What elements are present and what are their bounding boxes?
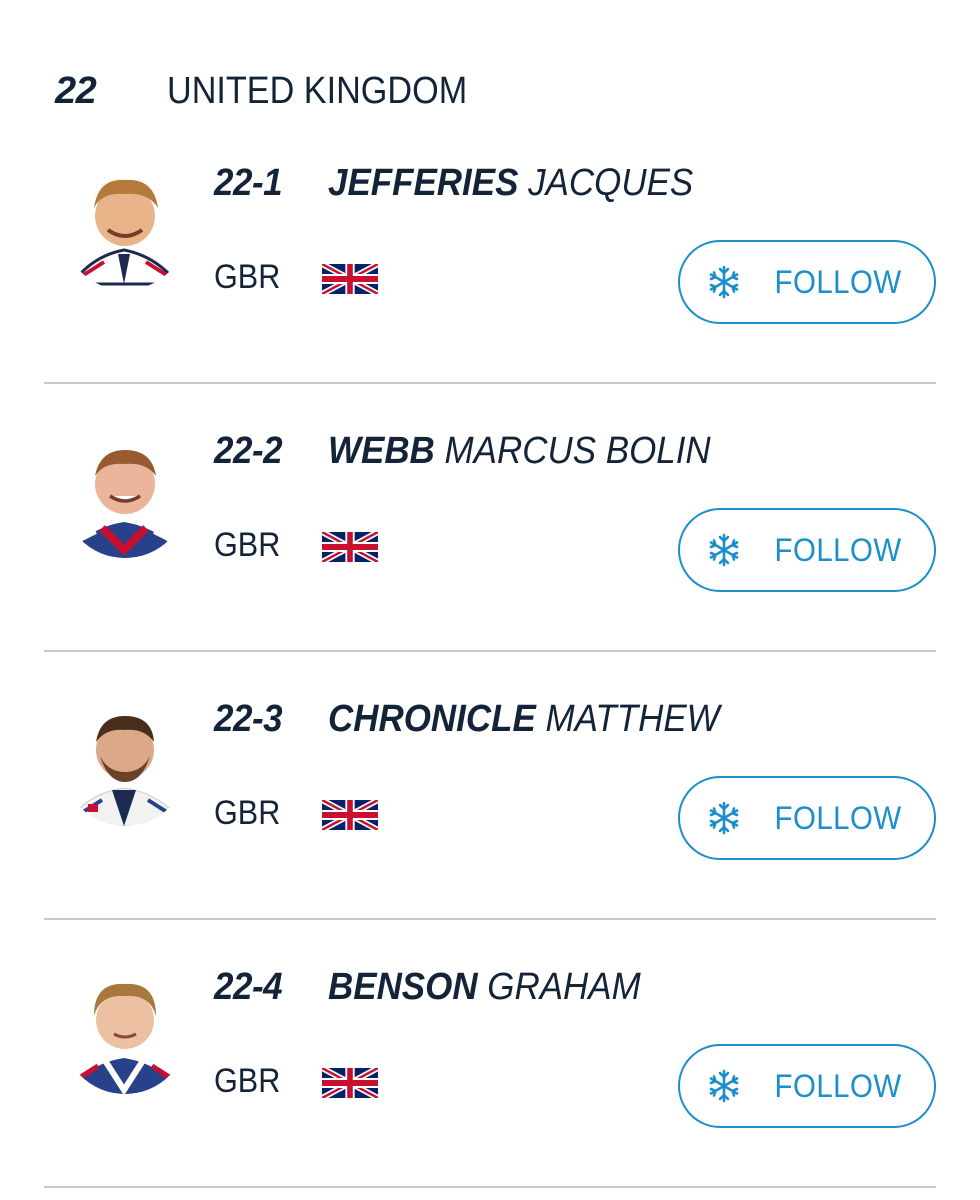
athlete-row[interactable]: 22-2 WEBB MARCUS BOLIN GBR FOLLOW xyxy=(44,384,936,652)
follow-button[interactable]: FOLLOW xyxy=(678,776,936,860)
athlete-last-name: JEFFERIES xyxy=(328,162,519,204)
follow-label: FOLLOW xyxy=(774,531,902,568)
follow-label: FOLLOW xyxy=(774,263,902,300)
athlete-avatar xyxy=(62,164,188,290)
team-header: 22 UNITED KINGDOM xyxy=(55,66,501,116)
athlete-name[interactable]: BENSON GRAHAM xyxy=(328,966,641,1009)
athlete-row[interactable]: 22-1 JEFFERIES JACQUES GBR FOLLOW xyxy=(44,116,936,384)
athlete-avatar xyxy=(62,968,188,1094)
athlete-name[interactable]: JEFFERIES JACQUES xyxy=(328,162,693,205)
athlete-last-name: BENSON xyxy=(328,966,478,1008)
uk-flag-icon xyxy=(322,800,378,830)
uk-flag-icon xyxy=(322,1068,378,1098)
athlete-bib: 22-1 xyxy=(214,162,283,204)
athlete-name[interactable]: CHRONICLE MATTHEW xyxy=(328,698,720,741)
athlete-first-name: MATTHEW xyxy=(545,698,720,740)
athlete-nation: GBR xyxy=(214,258,281,296)
athlete-avatar xyxy=(62,432,188,558)
athlete-last-name: CHRONICLE xyxy=(328,698,536,740)
uk-flag-icon xyxy=(322,532,378,562)
athlete-nation: GBR xyxy=(214,1062,281,1100)
follow-label: FOLLOW xyxy=(774,1067,902,1104)
athlete-first-name: GRAHAM xyxy=(487,966,641,1008)
row-divider xyxy=(44,1186,936,1188)
athlete-name[interactable]: WEBB MARCUS BOLIN xyxy=(328,430,711,473)
team-number: 22 xyxy=(55,69,97,112)
snowflake-icon xyxy=(709,1069,739,1103)
snowflake-icon xyxy=(709,533,739,567)
athlete-avatar xyxy=(62,700,188,826)
athlete-nation: GBR xyxy=(214,794,281,832)
team-name: UNITED KINGDOM xyxy=(167,69,468,112)
athlete-bib: 22-4 xyxy=(214,966,283,1008)
athlete-row[interactable]: 22-4 BENSON GRAHAM GBR FOLLOW xyxy=(44,920,936,1188)
snowflake-icon xyxy=(709,265,739,299)
athlete-nation: GBR xyxy=(214,526,281,564)
athlete-first-name: MARCUS BOLIN xyxy=(444,430,711,472)
athlete-bib: 22-2 xyxy=(214,430,283,472)
snowflake-icon xyxy=(709,801,739,835)
athlete-last-name: WEBB xyxy=(328,430,435,472)
follow-button[interactable]: FOLLOW xyxy=(678,1044,936,1128)
athlete-bib: 22-3 xyxy=(214,698,283,740)
follow-label: FOLLOW xyxy=(774,799,902,836)
follow-button[interactable]: FOLLOW xyxy=(678,508,936,592)
athlete-first-name: JACQUES xyxy=(528,162,694,204)
uk-flag-icon xyxy=(322,264,378,294)
follow-button[interactable]: FOLLOW xyxy=(678,240,936,324)
athlete-row[interactable]: 22-3 CHRONICLE MATTHEW GBR FOLLOW xyxy=(44,652,936,920)
